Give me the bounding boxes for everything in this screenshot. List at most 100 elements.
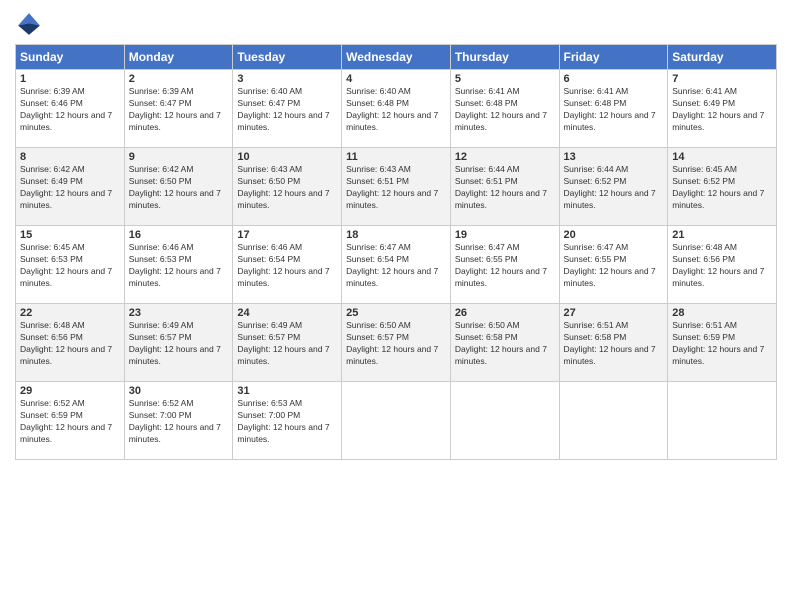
day-info: Sunrise: 6:43 AMSunset: 6:50 PMDaylight:…	[237, 164, 337, 212]
calendar-cell: 27 Sunrise: 6:51 AMSunset: 6:58 PMDaylig…	[559, 304, 668, 382]
logo	[15, 10, 47, 38]
day-info: Sunrise: 6:48 AMSunset: 6:56 PMDaylight:…	[20, 320, 120, 368]
calendar-cell: 22 Sunrise: 6:48 AMSunset: 6:56 PMDaylig…	[16, 304, 125, 382]
header-day: Tuesday	[233, 45, 342, 70]
header-day: Sunday	[16, 45, 125, 70]
day-info: Sunrise: 6:49 AMSunset: 6:57 PMDaylight:…	[129, 320, 229, 368]
day-info: Sunrise: 6:50 AMSunset: 6:57 PMDaylight:…	[346, 320, 446, 368]
calendar-week: 15 Sunrise: 6:45 AMSunset: 6:53 PMDaylig…	[16, 226, 777, 304]
calendar-cell: 18 Sunrise: 6:47 AMSunset: 6:54 PMDaylig…	[342, 226, 451, 304]
day-info: Sunrise: 6:46 AMSunset: 6:54 PMDaylight:…	[237, 242, 337, 290]
day-number: 30	[129, 385, 229, 397]
calendar-table: SundayMondayTuesdayWednesdayThursdayFrid…	[15, 44, 777, 460]
calendar-cell: 19 Sunrise: 6:47 AMSunset: 6:55 PMDaylig…	[450, 226, 559, 304]
calendar-cell: 21 Sunrise: 6:48 AMSunset: 6:56 PMDaylig…	[668, 226, 777, 304]
calendar-cell: 20 Sunrise: 6:47 AMSunset: 6:55 PMDaylig…	[559, 226, 668, 304]
calendar-week: 8 Sunrise: 6:42 AMSunset: 6:49 PMDayligh…	[16, 148, 777, 226]
day-info: Sunrise: 6:51 AMSunset: 6:59 PMDaylight:…	[672, 320, 772, 368]
day-info: Sunrise: 6:40 AMSunset: 6:48 PMDaylight:…	[346, 86, 446, 134]
header-day: Monday	[124, 45, 233, 70]
header-area	[15, 10, 777, 38]
day-info: Sunrise: 6:41 AMSunset: 6:48 PMDaylight:…	[564, 86, 664, 134]
day-info: Sunrise: 6:39 AMSunset: 6:46 PMDaylight:…	[20, 86, 120, 134]
header-day: Thursday	[450, 45, 559, 70]
day-number: 8	[20, 151, 120, 163]
day-number: 28	[672, 307, 772, 319]
day-number: 27	[564, 307, 664, 319]
calendar-week: 1 Sunrise: 6:39 AMSunset: 6:46 PMDayligh…	[16, 70, 777, 148]
day-number: 10	[237, 151, 337, 163]
header-row: SundayMondayTuesdayWednesdayThursdayFrid…	[16, 45, 777, 70]
day-number: 5	[455, 73, 555, 85]
day-info: Sunrise: 6:51 AMSunset: 6:58 PMDaylight:…	[564, 320, 664, 368]
day-number: 18	[346, 229, 446, 241]
day-info: Sunrise: 6:42 AMSunset: 6:50 PMDaylight:…	[129, 164, 229, 212]
day-info: Sunrise: 6:47 AMSunset: 6:54 PMDaylight:…	[346, 242, 446, 290]
calendar-cell: 7 Sunrise: 6:41 AMSunset: 6:49 PMDayligh…	[668, 70, 777, 148]
calendar-cell: 17 Sunrise: 6:46 AMSunset: 6:54 PMDaylig…	[233, 226, 342, 304]
day-info: Sunrise: 6:41 AMSunset: 6:49 PMDaylight:…	[672, 86, 772, 134]
day-number: 14	[672, 151, 772, 163]
day-number: 26	[455, 307, 555, 319]
calendar-cell	[559, 382, 668, 460]
calendar-cell: 31 Sunrise: 6:53 AMSunset: 7:00 PMDaylig…	[233, 382, 342, 460]
day-info: Sunrise: 6:45 AMSunset: 6:53 PMDaylight:…	[20, 242, 120, 290]
day-number: 25	[346, 307, 446, 319]
calendar-week: 22 Sunrise: 6:48 AMSunset: 6:56 PMDaylig…	[16, 304, 777, 382]
day-number: 7	[672, 73, 772, 85]
day-info: Sunrise: 6:47 AMSunset: 6:55 PMDaylight:…	[564, 242, 664, 290]
day-number: 21	[672, 229, 772, 241]
day-info: Sunrise: 6:46 AMSunset: 6:53 PMDaylight:…	[129, 242, 229, 290]
day-number: 23	[129, 307, 229, 319]
day-info: Sunrise: 6:41 AMSunset: 6:48 PMDaylight:…	[455, 86, 555, 134]
day-number: 11	[346, 151, 446, 163]
page: SundayMondayTuesdayWednesdayThursdayFrid…	[0, 0, 792, 612]
logo-icon	[15, 10, 43, 38]
calendar-cell: 3 Sunrise: 6:40 AMSunset: 6:47 PMDayligh…	[233, 70, 342, 148]
header-day: Saturday	[668, 45, 777, 70]
day-number: 4	[346, 73, 446, 85]
calendar-cell	[668, 382, 777, 460]
day-number: 3	[237, 73, 337, 85]
day-info: Sunrise: 6:52 AMSunset: 7:00 PMDaylight:…	[129, 398, 229, 446]
calendar-cell	[450, 382, 559, 460]
day-number: 13	[564, 151, 664, 163]
day-number: 31	[237, 385, 337, 397]
calendar-cell: 9 Sunrise: 6:42 AMSunset: 6:50 PMDayligh…	[124, 148, 233, 226]
calendar-cell: 24 Sunrise: 6:49 AMSunset: 6:57 PMDaylig…	[233, 304, 342, 382]
day-number: 2	[129, 73, 229, 85]
calendar-cell: 12 Sunrise: 6:44 AMSunset: 6:51 PMDaylig…	[450, 148, 559, 226]
day-info: Sunrise: 6:47 AMSunset: 6:55 PMDaylight:…	[455, 242, 555, 290]
calendar-cell: 25 Sunrise: 6:50 AMSunset: 6:57 PMDaylig…	[342, 304, 451, 382]
calendar-cell: 2 Sunrise: 6:39 AMSunset: 6:47 PMDayligh…	[124, 70, 233, 148]
calendar-cell: 8 Sunrise: 6:42 AMSunset: 6:49 PMDayligh…	[16, 148, 125, 226]
day-info: Sunrise: 6:45 AMSunset: 6:52 PMDaylight:…	[672, 164, 772, 212]
calendar-cell: 26 Sunrise: 6:50 AMSunset: 6:58 PMDaylig…	[450, 304, 559, 382]
calendar-cell: 11 Sunrise: 6:43 AMSunset: 6:51 PMDaylig…	[342, 148, 451, 226]
day-info: Sunrise: 6:44 AMSunset: 6:52 PMDaylight:…	[564, 164, 664, 212]
day-info: Sunrise: 6:53 AMSunset: 7:00 PMDaylight:…	[237, 398, 337, 446]
calendar-cell: 23 Sunrise: 6:49 AMSunset: 6:57 PMDaylig…	[124, 304, 233, 382]
calendar-cell: 29 Sunrise: 6:52 AMSunset: 6:59 PMDaylig…	[16, 382, 125, 460]
day-info: Sunrise: 6:49 AMSunset: 6:57 PMDaylight:…	[237, 320, 337, 368]
day-info: Sunrise: 6:52 AMSunset: 6:59 PMDaylight:…	[20, 398, 120, 446]
day-number: 16	[129, 229, 229, 241]
calendar-cell	[342, 382, 451, 460]
calendar-week: 29 Sunrise: 6:52 AMSunset: 6:59 PMDaylig…	[16, 382, 777, 460]
calendar-cell: 5 Sunrise: 6:41 AMSunset: 6:48 PMDayligh…	[450, 70, 559, 148]
day-number: 20	[564, 229, 664, 241]
day-info: Sunrise: 6:44 AMSunset: 6:51 PMDaylight:…	[455, 164, 555, 212]
calendar-cell: 30 Sunrise: 6:52 AMSunset: 7:00 PMDaylig…	[124, 382, 233, 460]
header-day: Friday	[559, 45, 668, 70]
day-number: 15	[20, 229, 120, 241]
day-number: 9	[129, 151, 229, 163]
day-number: 17	[237, 229, 337, 241]
day-info: Sunrise: 6:50 AMSunset: 6:58 PMDaylight:…	[455, 320, 555, 368]
day-number: 22	[20, 307, 120, 319]
day-info: Sunrise: 6:42 AMSunset: 6:49 PMDaylight:…	[20, 164, 120, 212]
day-number: 29	[20, 385, 120, 397]
day-number: 1	[20, 73, 120, 85]
day-number: 6	[564, 73, 664, 85]
calendar-cell: 14 Sunrise: 6:45 AMSunset: 6:52 PMDaylig…	[668, 148, 777, 226]
calendar-cell: 6 Sunrise: 6:41 AMSunset: 6:48 PMDayligh…	[559, 70, 668, 148]
